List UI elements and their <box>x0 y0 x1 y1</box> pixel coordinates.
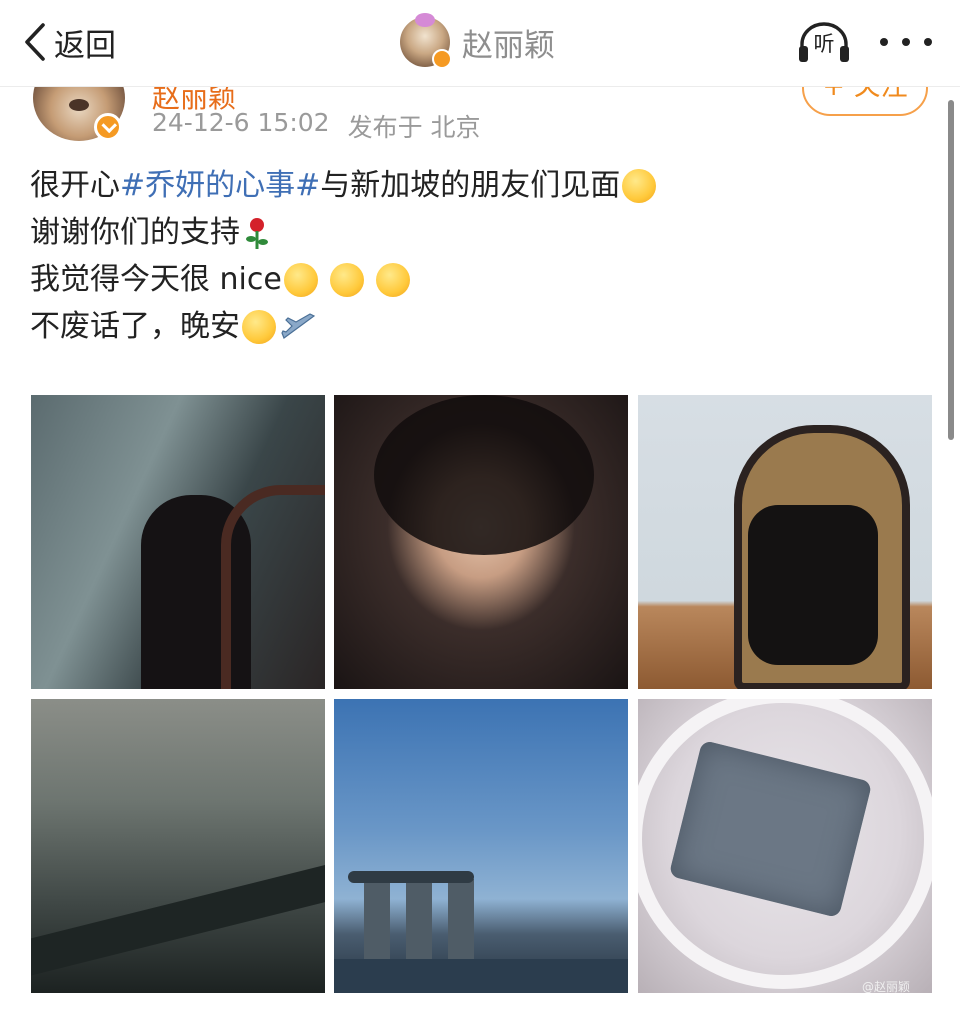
post-line: 很开心 #乔妍的心事# 与新加坡的朋友们见面 <box>30 162 930 209</box>
photo-thumbnail[interactable] <box>31 699 325 993</box>
photo-thumbnail[interactable] <box>638 699 932 993</box>
airplane-emoji-icon <box>281 312 316 339</box>
smile-emoji-icon <box>283 262 318 297</box>
nav-title-name: 赵丽颖 <box>462 27 555 64</box>
listen-button[interactable]: 听 <box>796 20 852 66</box>
back-label: 返回 <box>54 27 116 64</box>
watermark: @赵丽颖 <box>862 980 911 994</box>
sleepy-face-emoji-icon <box>242 309 276 344</box>
listen-label: 听 <box>813 32 835 56</box>
post-meta: 24-12-6 15:02 发布于 北京 <box>152 108 481 144</box>
photo-thumbnail[interactable] <box>638 395 932 689</box>
top-nav-bar: 返回 赵丽颖 听 <box>0 0 960 87</box>
chevron-left-icon <box>25 23 45 61</box>
photo-thumbnail[interactable] <box>31 395 325 689</box>
smile-emoji-icon <box>329 262 364 297</box>
verified-badge-icon <box>432 49 452 69</box>
post-timestamp: 24-12-6 15:02 <box>152 108 330 137</box>
photo-thumbnail[interactable] <box>334 699 628 993</box>
smile-emoji-icon <box>375 262 410 297</box>
post-body: 很开心 #乔妍的心事# 与新加坡的朋友们见面 谢谢你们的支持 我觉得今天很 ni… <box>30 162 930 350</box>
rose-emoji-icon <box>246 217 268 249</box>
shy-face-emoji-icon <box>622 168 657 203</box>
post-line: 谢谢你们的支持 <box>30 209 930 256</box>
photo-thumbnail[interactable] <box>334 395 628 689</box>
verified-badge-icon <box>94 113 122 141</box>
post-line: 我觉得今天很 nice <box>30 256 930 303</box>
more-button[interactable] <box>880 34 932 50</box>
more-dots-icon <box>880 38 888 46</box>
nav-title[interactable]: 赵丽颖 <box>400 13 555 70</box>
back-button[interactable]: 返回 <box>22 18 116 66</box>
avatar <box>400 13 452 69</box>
hashtag-link[interactable]: #乔妍的心事# <box>120 162 320 209</box>
scrollbar[interactable] <box>948 100 954 440</box>
post-location: 发布于 北京 <box>347 113 481 142</box>
post-line: 不废话了，晚安 <box>30 303 930 350</box>
